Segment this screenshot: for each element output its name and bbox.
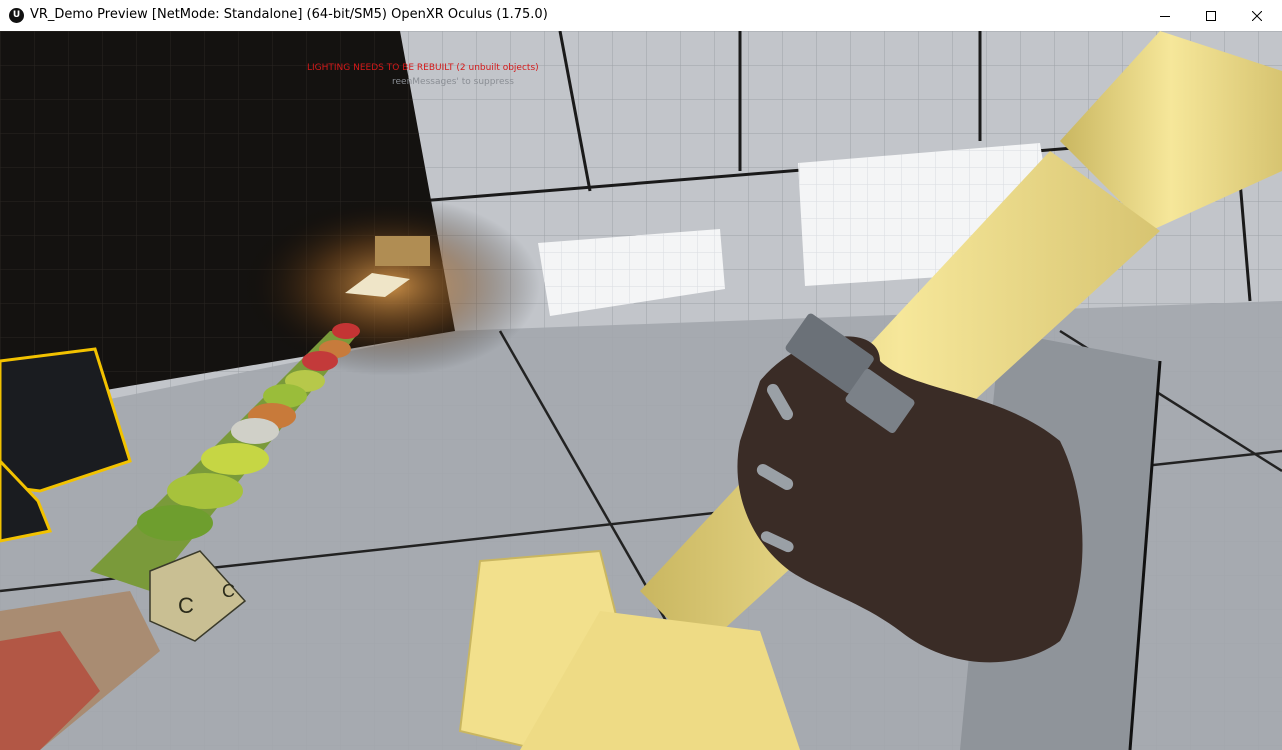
game-viewport[interactable]: C C LIGHTING NEEDS TO BE REBUILT (2 unbu… [0, 31, 1282, 750]
suppress-hint-message: reenMessages' to suppress [392, 77, 514, 87]
minimize-icon [1160, 15, 1170, 17]
maximize-icon [1206, 10, 1216, 21]
close-icon [1252, 10, 1262, 21]
window-title: VR_Demo Preview [NetMode: Standalone] (6… [30, 7, 548, 22]
maximize-button[interactable] [1188, 0, 1234, 31]
glowing-crate [375, 236, 430, 266]
minimize-button[interactable] [1142, 0, 1188, 31]
close-button[interactable] [1234, 0, 1280, 31]
lighting-warning-message: LIGHTING NEEDS TO BE REBUILT (2 unbuilt … [307, 63, 539, 73]
block-letter: C [178, 593, 194, 618]
app-window: U VR_Demo Preview [NetMode: Standalone] … [0, 0, 1282, 750]
scene-render: C C [0, 31, 1282, 750]
unreal-logo-icon: U [9, 8, 24, 23]
title-bar[interactable]: U VR_Demo Preview [NetMode: Standalone] … [0, 0, 1282, 32]
svg-text:C: C [222, 581, 235, 601]
